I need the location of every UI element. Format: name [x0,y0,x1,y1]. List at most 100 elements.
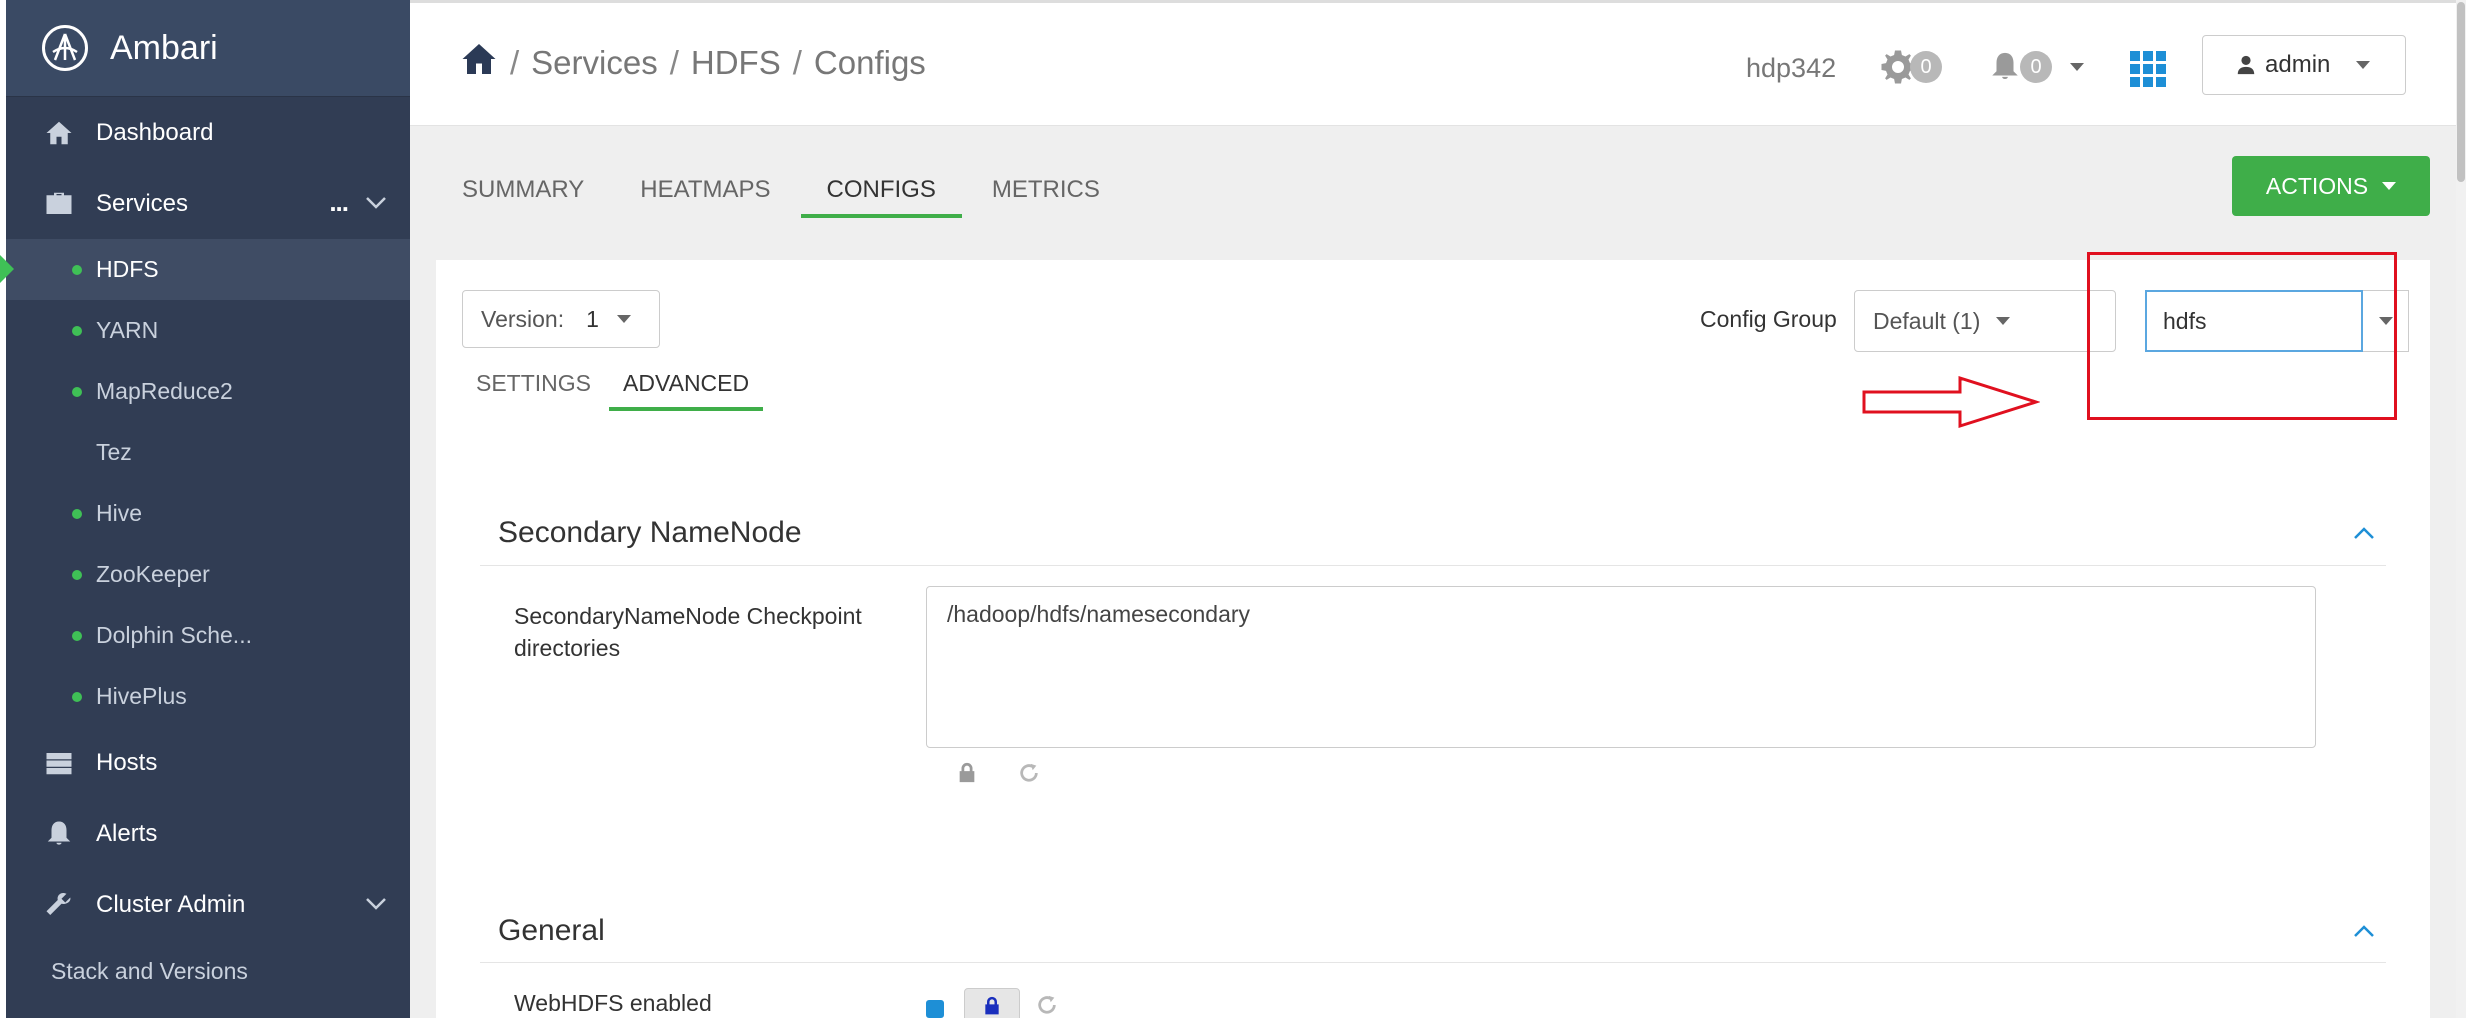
chevron-up-icon[interactable] [2353,924,2375,938]
sidebar: Ambari Dashboard Services ... HDFS YARN … [0,0,410,1018]
page-scrollbar[interactable] [2456,0,2466,1018]
home-icon [42,116,76,150]
user-name: admin [2265,51,2331,78]
tab-metrics[interactable]: METRICS [992,176,1100,218]
tab-summary[interactable]: SUMMARY [462,176,584,218]
checkpoint-dirs-textarea[interactable]: /hadoop/hdfs/namesecondary [926,586,2316,748]
chevron-up-icon[interactable] [2353,526,2375,540]
more-actions-icon[interactable]: ... [329,189,349,215]
home-icon[interactable] [460,41,498,85]
user-icon [2237,55,2255,75]
wrench-icon [42,888,76,922]
sidebar-item-hosts[interactable]: Hosts [6,727,410,798]
tab-settings[interactable]: SETTINGS [476,370,591,411]
server-icon [42,746,76,780]
sidebar-item-dashboard[interactable]: Dashboard [6,97,410,168]
sidebar-service-label: HivePlus [96,683,187,709]
sidebar-service-label: HDFS [96,256,159,282]
sidebar-service-hdfs[interactable]: HDFS [0,239,410,300]
bell-icon [42,817,76,851]
caret-down-icon [2356,61,2371,69]
section-divider [480,565,2386,566]
breadcrumb-separator: / [669,44,679,81]
config-subtabs: SETTINGS ADVANCED [476,370,795,411]
version-label: Version: [481,305,565,332]
sidebar-item-label: Hosts [96,748,158,776]
sidebar-item-label: Alerts [96,819,158,847]
sidebar-service-label: Dolphin Sche... [96,622,252,648]
ambari-logo-icon [42,25,88,71]
breadcrumb-hdfs[interactable]: HDFS [691,44,781,82]
brand-name: Ambari [110,28,218,67]
refresh-icon[interactable] [1018,762,1040,784]
version-value: 1 [586,305,599,332]
sidebar-service-tez[interactable]: Tez [6,422,410,483]
actions-button-label: ACTIONS [2265,172,2369,199]
section-title-general[interactable]: General [498,914,605,948]
breadcrumb-separator: / [510,44,520,81]
sidebar-item-label: Cluster Admin [96,890,246,918]
config-group-dropdown[interactable]: Default (1) [1854,290,2116,352]
sidebar-item-stack-and-versions[interactable]: Stack and Versions [6,940,410,1002]
alerts-count-badge[interactable]: 0 [2020,51,2052,83]
service-tabs: SUMMARY HEATMAPS CONFIGS METRICS [462,176,1156,218]
caret-down-icon [2382,182,2397,190]
config-group-label: Config Group [1700,306,1837,332]
field-label-webhdfs: WebHDFS enabled [514,990,712,1016]
scrollbar-thumb[interactable] [2457,2,2465,182]
sidebar-service-label: Hive [96,500,143,526]
briefcase-icon [42,187,76,221]
section-title-secondary-namenode[interactable]: Secondary NameNode [498,516,802,550]
user-menu-button[interactable]: admin [2202,35,2406,95]
sidebar-service-yarn[interactable]: YARN [6,300,410,361]
status-started-icon [72,387,82,397]
breadcrumb-services[interactable]: Services [531,44,658,82]
caret-down-icon[interactable] [2070,63,2084,71]
caret-down-icon [1996,317,2011,325]
ops-count-badge[interactable]: 0 [1910,51,1942,83]
webhdfs-checkbox[interactable] [926,1000,944,1018]
chevron-down-icon[interactable] [364,190,388,214]
apps-grid-icon[interactable] [2130,51,2166,87]
version-dropdown[interactable]: Version: 1 [462,290,660,348]
top-navbar: / Services / HDFS / Configs hdp342 0 0 a… [410,0,2466,126]
lock-icon[interactable] [956,762,978,784]
config-group-value: Default (1) [1873,307,1981,334]
breadcrumb: / Services / HDFS / Configs [460,41,926,85]
sidebar-service-mapreduce2[interactable]: MapReduce2 [6,361,410,422]
tab-advanced[interactable]: ADVANCED [609,370,764,411]
sidebar-service-hiveplus[interactable]: HivePlus [6,666,410,727]
breadcrumb-separator: / [792,44,802,81]
tab-heatmaps[interactable]: HEATMAPS [640,176,770,218]
sidebar-item-label: Dashboard [96,118,214,146]
cluster-name: hdp342 [1746,53,1837,83]
lock-icon [985,996,999,1015]
sidebar-item-alerts[interactable]: Alerts [6,798,410,869]
sidebar-service-label: MapReduce2 [96,378,233,404]
bell-icon[interactable] [1988,49,2022,85]
sidebar-item-label: Services [96,189,189,217]
sidebar-service-label: YARN [96,317,159,343]
sidebar-item-services[interactable]: Services ... [6,168,410,239]
annotation-arrow-icon [1862,375,2040,429]
chevron-down-icon[interactable] [364,891,388,915]
sidebar-service-hive[interactable]: Hive [6,483,410,544]
breadcrumb-configs: Configs [813,44,926,81]
sidebar-service-label: ZooKeeper [96,561,210,587]
field-label-checkpoint-dirs: SecondaryNameNode Checkpoint directories [514,603,862,661]
lock-toggle-button[interactable] [964,988,1020,1018]
tab-configs[interactable]: CONFIGS [800,176,962,218]
sidebar-header[interactable]: Ambari [6,0,410,97]
sidebar-service-dolphin-scheduler[interactable]: Dolphin Sche... [6,605,410,666]
status-started-icon [72,570,82,580]
section-divider [480,962,2386,963]
sidebar-service-label: Tez [96,439,132,465]
status-started-icon [72,509,82,519]
sidebar-item-cluster-admin[interactable]: Cluster Admin [6,869,410,940]
status-started-icon [72,326,82,336]
actions-button[interactable]: ACTIONS [2232,156,2430,216]
sidebar-service-zookeeper[interactable]: ZooKeeper [6,544,410,605]
status-started-icon [72,265,82,275]
refresh-icon[interactable] [1036,994,1058,1016]
annotation-highlight-box [2087,252,2397,420]
